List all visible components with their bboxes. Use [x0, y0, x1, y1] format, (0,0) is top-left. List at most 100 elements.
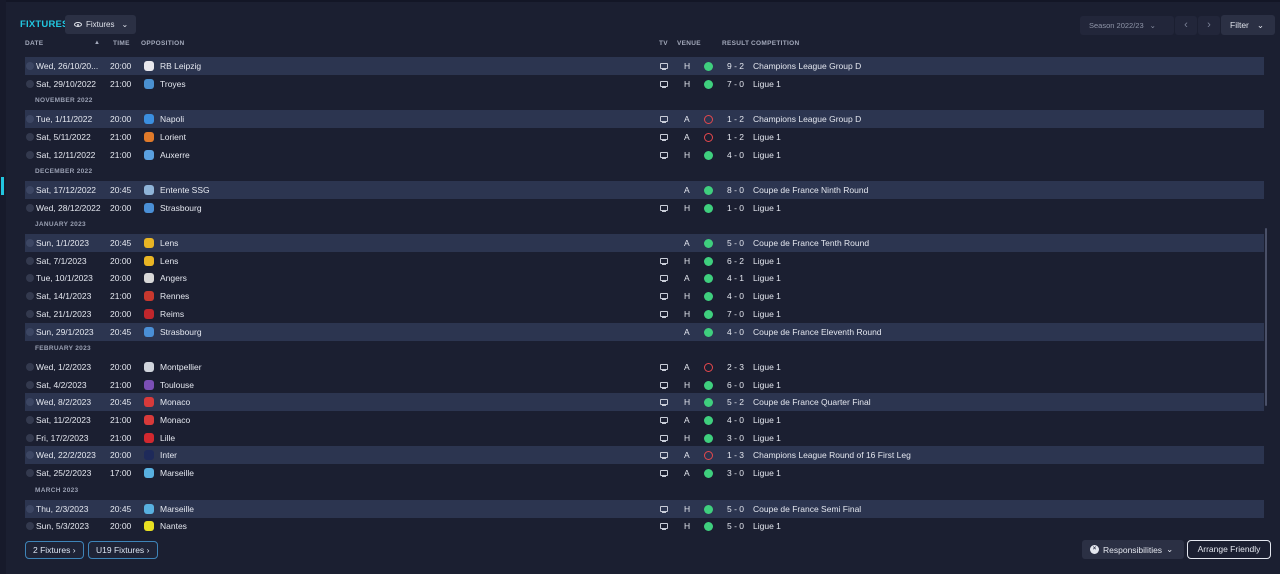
- season-selector[interactable]: Season 2022/23 ⌄: [1080, 16, 1174, 35]
- match-score[interactable]: 4 - 0: [727, 411, 744, 429]
- match-score[interactable]: 1 - 2: [727, 128, 744, 146]
- opponent-link[interactable]: Angers: [160, 269, 187, 287]
- opponent-link[interactable]: Toulouse: [160, 376, 194, 394]
- opponent-link[interactable]: Marseille: [160, 464, 194, 482]
- fixture-row[interactable]: Sat, 5/11/2022 21:00 Lorient A 1 - 2 Ligue 1: [25, 128, 1264, 146]
- competition-link[interactable]: Champions League Group D: [753, 110, 861, 128]
- fixture-row[interactable]: Sat, 4/2/2023 21:00 Toulouse H 6 - 0 Ligue 1: [25, 376, 1264, 394]
- opponent-link[interactable]: Troyes: [160, 75, 186, 93]
- fixtures-count-button[interactable]: 2 Fixtures ›: [25, 541, 84, 559]
- opponent-link[interactable]: Lens: [160, 252, 178, 270]
- fixture-row[interactable]: Fri, 17/2/2023 21:00 Lille H 3 - 0 Ligue 1: [25, 429, 1264, 447]
- opponent-link[interactable]: Lille: [160, 429, 175, 447]
- match-score[interactable]: 5 - 0: [727, 234, 744, 252]
- match-score[interactable]: 4 - 1: [727, 269, 744, 287]
- competition-link[interactable]: Ligue 1: [753, 429, 781, 447]
- fixture-row[interactable]: Sat, 29/10/2022 21:00 Troyes H 7 - 0 Ligue 1: [25, 75, 1264, 93]
- u19-fixtures-button[interactable]: U19 Fixtures ›: [88, 541, 158, 559]
- previous-season-button[interactable]: ‹: [1175, 16, 1197, 35]
- competition-link[interactable]: Champions League Round of 16 First Leg: [753, 446, 911, 464]
- fixture-row[interactable]: Sat, 11/2/2023 21:00 Monaco A 4 - 0 Ligue 1: [25, 411, 1264, 429]
- fixture-row[interactable]: Sat, 7/1/2023 20:00 Lens H 6 - 2 Ligue 1: [25, 252, 1264, 270]
- column-header-tv[interactable]: TV: [659, 40, 668, 47]
- competition-link[interactable]: Ligue 1: [753, 146, 781, 164]
- opponent-link[interactable]: Rennes: [160, 287, 189, 305]
- opponent-link[interactable]: Auxerre: [160, 146, 190, 164]
- sort-ascending-icon[interactable]: ▲: [94, 40, 100, 46]
- competition-link[interactable]: Ligue 1: [753, 358, 781, 376]
- fixture-row[interactable]: Wed, 1/2/2023 20:00 Montpellier A 2 - 3 Ligue…: [25, 358, 1264, 376]
- match-score[interactable]: 6 - 0: [727, 376, 744, 394]
- fixture-row[interactable]: Tue, 1/11/2022 20:00 Napoli A 1 - 2 Champions…: [25, 110, 1264, 129]
- competition-link[interactable]: Ligue 1: [753, 287, 781, 305]
- competition-link[interactable]: Ligue 1: [753, 252, 781, 270]
- opponent-link[interactable]: Entente SSG: [160, 181, 210, 199]
- match-score[interactable]: 2 - 3: [727, 358, 744, 376]
- match-score[interactable]: 7 - 0: [727, 305, 744, 323]
- fixture-row[interactable]: Tue, 10/1/2023 20:00 Angers A 4 - 1 Ligue 1: [25, 269, 1264, 287]
- match-score[interactable]: 1 - 0: [727, 199, 744, 217]
- match-score[interactable]: 9 - 2: [727, 57, 744, 75]
- match-score[interactable]: 5 - 0: [727, 517, 744, 535]
- match-score[interactable]: 1 - 3: [727, 446, 744, 464]
- match-score[interactable]: 4 - 0: [727, 146, 744, 164]
- opponent-link[interactable]: Monaco: [160, 393, 190, 411]
- match-score[interactable]: 3 - 0: [727, 429, 744, 447]
- fixture-row[interactable]: Sun, 5/3/2023 20:00 Nantes H 5 - 0 Ligue 1: [25, 517, 1264, 535]
- opponent-link[interactable]: Reims: [160, 305, 184, 323]
- competition-link[interactable]: Ligue 1: [753, 376, 781, 394]
- competition-link[interactable]: Ligue 1: [753, 128, 781, 146]
- fixture-row[interactable]: Sun, 29/1/2023 20:45 Strasbourg A 4 - 0 Coupe…: [25, 322, 1264, 341]
- opponent-link[interactable]: Monaco: [160, 411, 190, 429]
- competition-link[interactable]: Coupe de France Eleventh Round: [753, 323, 882, 341]
- competition-link[interactable]: Ligue 1: [753, 305, 781, 323]
- fixture-row[interactable]: Sun, 1/1/2023 20:45 Lens A 5 - 0 Coupe de Fra…: [25, 234, 1264, 252]
- opponent-link[interactable]: Lorient: [160, 128, 186, 146]
- competition-link[interactable]: Ligue 1: [753, 269, 781, 287]
- fixture-row[interactable]: Sat, 12/11/2022 21:00 Auxerre H 4 - 0 Ligue 1: [25, 146, 1264, 164]
- competition-link[interactable]: Ligue 1: [753, 464, 781, 482]
- competition-link[interactable]: Coupe de France Tenth Round: [753, 234, 869, 252]
- competition-link[interactable]: Coupe de France Ninth Round: [753, 181, 868, 199]
- fixture-row[interactable]: Wed, 28/12/2022 20:00 Strasbourg H 1 - 0 Ligu…: [25, 199, 1264, 217]
- competition-link[interactable]: Coupe de France Quarter Final: [753, 393, 871, 411]
- match-score[interactable]: 3 - 0: [727, 464, 744, 482]
- competition-link[interactable]: Ligue 1: [753, 411, 781, 429]
- responsibilities-button[interactable]: × Responsibilities ⌄: [1082, 540, 1184, 559]
- opponent-link[interactable]: Marseille: [160, 500, 194, 518]
- opponent-link[interactable]: Napoli: [160, 110, 184, 128]
- competition-link[interactable]: Ligue 1: [753, 75, 781, 93]
- opponent-link[interactable]: Strasbourg: [160, 323, 202, 341]
- column-header-competition[interactable]: COMPETITION: [751, 40, 799, 47]
- competition-link[interactable]: Ligue 1: [753, 517, 781, 535]
- opponent-link[interactable]: Nantes: [160, 517, 187, 535]
- scrollbar[interactable]: [1265, 228, 1267, 406]
- view-dropdown[interactable]: Fixtures ⌄: [65, 15, 136, 34]
- match-score[interactable]: 4 - 0: [727, 287, 744, 305]
- column-header-opposition[interactable]: OPPOSITION: [141, 40, 184, 47]
- column-header-date[interactable]: DATE: [25, 40, 43, 47]
- competition-link[interactable]: Coupe de France Semi Final: [753, 500, 861, 518]
- fixture-row[interactable]: Sat, 21/1/2023 20:00 Reims H 7 - 0 Ligue 1: [25, 305, 1264, 323]
- opponent-link[interactable]: RB Leipzig: [160, 57, 201, 75]
- column-header-time[interactable]: TIME: [113, 40, 130, 47]
- fixture-row[interactable]: Sat, 14/1/2023 21:00 Rennes H 4 - 0 Ligue 1: [25, 287, 1264, 305]
- fixture-row[interactable]: Wed, 22/2/2023 20:00 Inter A 1 - 3 Champions …: [25, 446, 1264, 465]
- match-score[interactable]: 4 - 0: [727, 323, 744, 341]
- opponent-link[interactable]: Inter: [160, 446, 177, 464]
- arrange-friendly-button[interactable]: Arrange Friendly: [1187, 540, 1271, 559]
- column-header-result[interactable]: RESULT: [722, 40, 749, 47]
- competition-link[interactable]: Champions League Group D: [753, 57, 861, 75]
- match-score[interactable]: 5 - 0: [727, 500, 744, 518]
- fixture-row[interactable]: Sat, 25/2/2023 17:00 Marseille A 3 - 0 Ligue …: [25, 464, 1264, 482]
- match-score[interactable]: 6 - 2: [727, 252, 744, 270]
- match-score[interactable]: 8 - 0: [727, 181, 744, 199]
- fixture-row[interactable]: Wed, 8/2/2023 20:45 Monaco H 5 - 2 Coupe de F…: [25, 393, 1264, 412]
- match-score[interactable]: 7 - 0: [727, 75, 744, 93]
- fixture-row[interactable]: Thu, 2/3/2023 20:45 Marseille H 5 - 0 Coupe d…: [25, 499, 1264, 518]
- filter-button[interactable]: Filter ⌄: [1221, 15, 1275, 35]
- fixture-row[interactable]: Sat, 17/12/2022 20:45 Entente SSG A 8 - 0 Cou…: [25, 180, 1264, 199]
- next-season-button[interactable]: ›: [1198, 16, 1220, 35]
- competition-link[interactable]: Ligue 1: [753, 199, 781, 217]
- opponent-link[interactable]: Lens: [160, 234, 178, 252]
